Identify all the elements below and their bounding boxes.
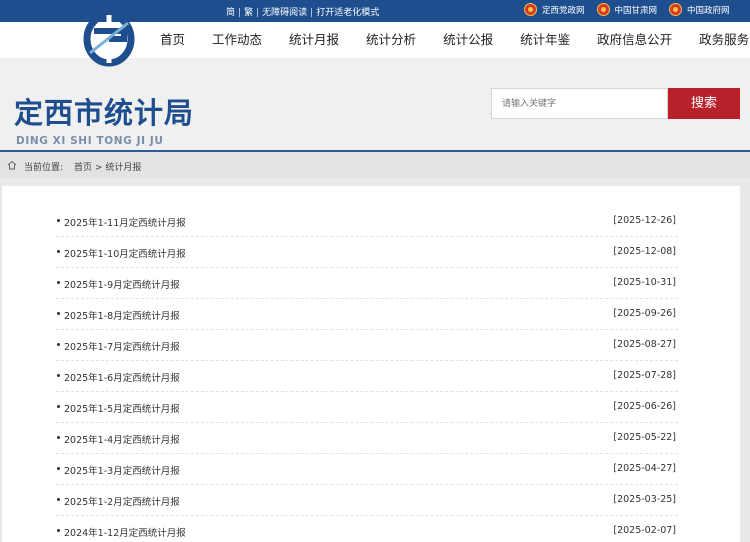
logo-icon[interactable]: [72, 9, 146, 71]
search-button[interactable]: 搜索: [668, 88, 740, 119]
list-item-title[interactable]: 2025年1-4月定西统计月报: [64, 432, 180, 446]
list-item-date: [2025-12-08]: [613, 246, 676, 257]
list-item-date: [2025-09-26]: [613, 308, 676, 319]
list-item[interactable]: 2024年1-12月定西统计月报 [2025-02-07]: [56, 516, 678, 542]
list-item[interactable]: 2025年1-5月定西统计月报 [2025-06-26]: [56, 392, 678, 423]
list-item-date: [2025-05-22]: [613, 432, 676, 443]
report-list: 2025年1-11月定西统计月报 [2025-12-26] 2025年1-10月定西…: [56, 206, 678, 542]
bullet-icon: [57, 529, 60, 532]
external-link-gansu[interactable]: 中国甘肃网: [596, 3, 658, 16]
list-item-title[interactable]: 2025年1-7月定西统计月报: [64, 339, 180, 353]
nav-item-bulletin[interactable]: 统计公报: [443, 22, 493, 58]
list-item-title[interactable]: 2025年1-6月定西统计月报: [64, 370, 180, 384]
list-item-title[interactable]: 2025年1-10月定西统计月报: [64, 246, 186, 260]
breadcrumb-separator: >: [94, 163, 103, 173]
national-emblem-icon: [596, 3, 610, 16]
barrier-free-link[interactable]: 无障碍阅读: [262, 8, 307, 18]
separator: |: [310, 8, 314, 18]
list-item[interactable]: 2025年1-6月定西统计月报 [2025-07-28]: [56, 361, 678, 392]
list-item-title[interactable]: 2025年1-5月定西统计月报: [64, 401, 180, 415]
list-item-title[interactable]: 2025年1-2月定西统计月报: [64, 494, 180, 508]
breadcrumb-label: 当前位置:: [24, 163, 64, 173]
national-emblem-icon: [669, 3, 683, 16]
bullet-icon: [57, 467, 60, 470]
external-link-gov[interactable]: 中国政府网: [669, 3, 730, 16]
list-item-date: [2025-04-27]: [613, 463, 676, 474]
breadcrumb: 当前位置: 首页 > 统计月报: [0, 152, 750, 178]
banner: 定西市统计局 DING XI SHI TONG JI JU 搜索: [0, 58, 750, 150]
separator: |: [256, 8, 260, 18]
list-item[interactable]: 2025年1-3月定西统计月报 [2025-04-27]: [56, 454, 678, 485]
list-item-date: [2025-07-28]: [613, 370, 676, 381]
bullet-icon: [57, 312, 60, 315]
bullet-icon: [57, 343, 60, 346]
list-item-title[interactable]: 2025年1-3月定西统计月报: [64, 463, 180, 477]
list-item-title[interactable]: 2024年1-12月定西统计月报: [64, 525, 186, 539]
bullet-icon: [57, 281, 60, 284]
separator: |: [238, 8, 242, 18]
nav-item-yearbook[interactable]: 统计年鉴: [520, 22, 570, 58]
list-item[interactable]: 2025年1-4月定西统计月报 [2025-05-22]: [56, 423, 678, 454]
list-item-date: [2025-08-27]: [613, 339, 676, 350]
accessibility-links: 简 | 繁 | 无障碍阅读 | 打开适老化模式: [226, 5, 379, 18]
external-link-label: 中国甘肃网: [614, 5, 658, 16]
content-panel: 2025年1-11月定西统计月报 [2025-12-26] 2025年1-10月定西…: [2, 186, 740, 542]
nav-item-services[interactable]: 政务服务: [699, 22, 749, 58]
breadcrumb-home-link[interactable]: 首页: [74, 163, 92, 173]
nav-item-home[interactable]: 首页: [160, 22, 185, 58]
list-item[interactable]: 2025年1-7月定西统计月报 [2025-08-27]: [56, 330, 678, 361]
list-item[interactable]: 2025年1-10月定西统计月报 [2025-12-08]: [56, 237, 678, 268]
list-item[interactable]: 2025年1-2月定西统计月报 [2025-03-25]: [56, 485, 678, 516]
external-link-dingxi[interactable]: 定西党政网: [524, 3, 585, 16]
list-item-date: [2025-10-31]: [613, 277, 676, 288]
nav-item-work-news[interactable]: 工作动态: [212, 22, 262, 58]
breadcrumb-current[interactable]: 统计月报: [105, 163, 141, 173]
bullet-icon: [57, 374, 60, 377]
list-item-date: [2025-03-25]: [613, 494, 676, 505]
list-item[interactable]: 2025年1-8月定西统计月报 [2025-09-26]: [56, 299, 678, 330]
list-item-title[interactable]: 2025年1-11月定西统计月报: [64, 215, 186, 229]
bullet-icon: [57, 250, 60, 253]
search-input[interactable]: [491, 88, 668, 119]
bullet-icon: [57, 436, 60, 439]
list-item-title[interactable]: 2025年1-9月定西统计月报: [64, 277, 180, 291]
bullet-icon: [57, 405, 60, 408]
nav-item-monthly-report[interactable]: 统计月报: [289, 22, 339, 58]
site-title: 定西市统计局: [14, 96, 195, 130]
elderly-mode-link[interactable]: 打开适老化模式: [316, 8, 379, 18]
breadcrumb-path: 首页 > 统计月报: [74, 160, 141, 173]
list-item[interactable]: 2025年1-9月定西统计月报 [2025-10-31]: [56, 268, 678, 299]
home-icon: [7, 160, 17, 170]
list-item-date: [2025-06-26]: [613, 401, 676, 412]
list-item-title[interactable]: 2025年1-8月定西统计月报: [64, 308, 180, 322]
list-item[interactable]: 2025年1-11月定西统计月报 [2025-12-26]: [56, 206, 678, 237]
bullet-icon: [57, 498, 60, 501]
nav-items: 首页 工作动态 统计月报 统计分析 统计公报 统计年鉴 政府信息公开 政务服务: [160, 22, 750, 58]
traditional-chinese-link[interactable]: 繁: [244, 8, 253, 18]
list-item-date: [2025-02-07]: [613, 525, 676, 536]
bullet-icon: [57, 219, 60, 222]
external-link-label: 中国政府网: [687, 5, 730, 16]
simplified-chinese-link[interactable]: 简: [226, 8, 235, 18]
external-link-label: 定西党政网: [542, 5, 585, 16]
nav-item-info-disclosure[interactable]: 政府信息公开: [597, 22, 672, 58]
national-emblem-icon: [524, 3, 537, 16]
external-links: 定西党政网 中国甘肃网 中国政府网: [524, 3, 742, 16]
nav-item-analysis[interactable]: 统计分析: [366, 22, 416, 58]
list-item-date: [2025-12-26]: [613, 215, 676, 226]
site-pinyin: DING XI SHI TONG JI JU: [16, 135, 164, 147]
